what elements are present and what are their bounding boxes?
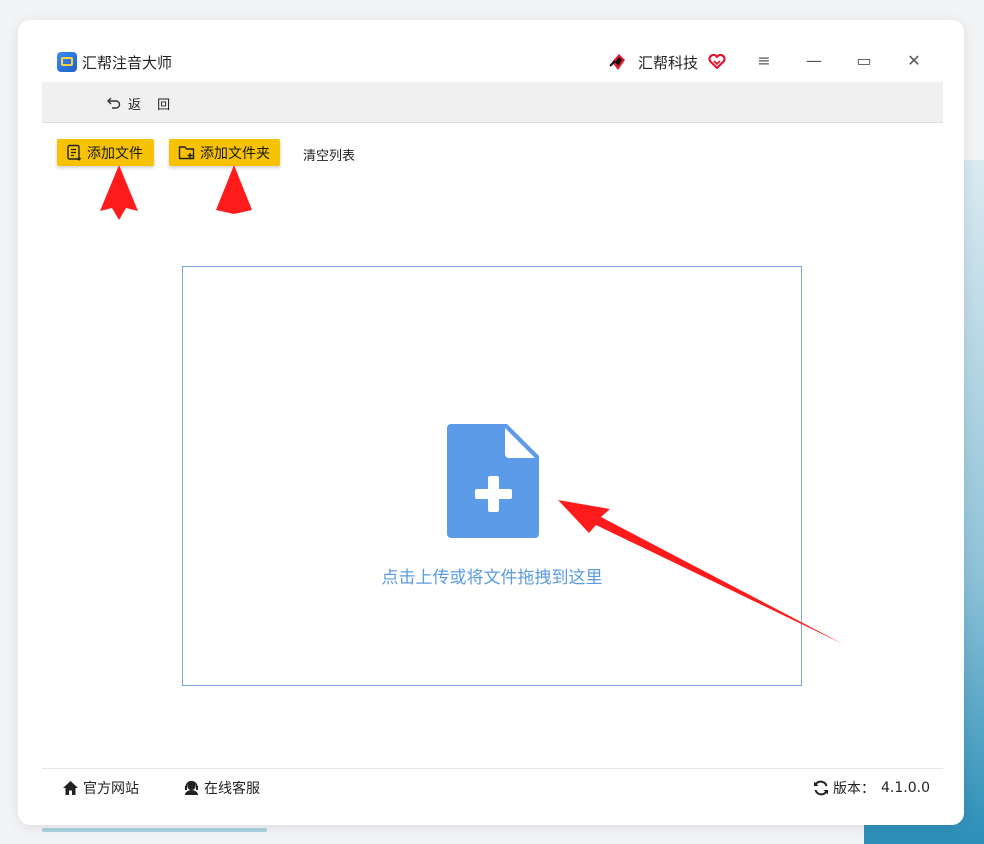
back-arrow-icon	[107, 97, 121, 109]
version-info: 版本： 4.1.0.0	[813, 778, 930, 798]
file-plus-icon	[447, 424, 539, 538]
heart-icon[interactable]	[708, 53, 726, 71]
file-list-icon	[67, 144, 82, 161]
version-value: 4.1.0.0	[881, 780, 930, 796]
refresh-icon	[814, 780, 828, 796]
folder-plus-icon	[178, 146, 195, 160]
drop-hint-text: 点击上传或将文件拖拽到这里	[381, 568, 603, 588]
close-icon[interactable]: ✕	[904, 51, 924, 71]
headset-icon	[185, 780, 198, 795]
add-file-button[interactable]: 添加文件	[57, 139, 154, 166]
official-site-link[interactable]: 官方网站	[62, 778, 139, 798]
navigation-bar: 返 回	[42, 82, 943, 123]
official-site-label: 官方网站	[83, 781, 139, 797]
file-drop-zone[interactable]: 点击上传或将文件拖拽到这里	[182, 266, 802, 686]
add-folder-button[interactable]: 添加文件夹	[169, 139, 280, 166]
minimize-icon[interactable]: —	[804, 51, 824, 71]
online-support-label: 在线客服	[204, 781, 260, 797]
add-folder-label: 添加文件夹	[200, 145, 270, 162]
back-button[interactable]: 返 回	[106, 93, 176, 113]
back-label: 返 回	[128, 97, 177, 113]
desktop-background-strip	[42, 828, 267, 832]
footer-bar: 官方网站 在线客服 版本： 4.1.0.0	[42, 768, 943, 807]
brand-name: 汇帮科技	[638, 54, 699, 72]
add-file-label: 添加文件	[87, 145, 143, 162]
brand-mark-icon	[609, 54, 625, 70]
version-label: 版本：	[833, 781, 875, 797]
maximize-icon[interactable]: ▭	[854, 51, 874, 71]
clear-list-button[interactable]: 清空列表	[303, 145, 355, 164]
app-window: 汇帮注音大师 汇帮科技 ≡ — ▭ ✕ 返 回 添加文件 添加文件夹 清空列表 …	[42, 40, 943, 806]
app-logo-icon	[57, 52, 77, 72]
title-bar: 汇帮注音大师 汇帮科技 ≡ — ▭ ✕	[42, 40, 943, 82]
app-title: 汇帮注音大师	[82, 54, 173, 72]
home-icon	[63, 781, 78, 795]
online-support-link[interactable]: 在线客服	[183, 778, 260, 798]
menu-icon[interactable]: ≡	[754, 51, 774, 71]
